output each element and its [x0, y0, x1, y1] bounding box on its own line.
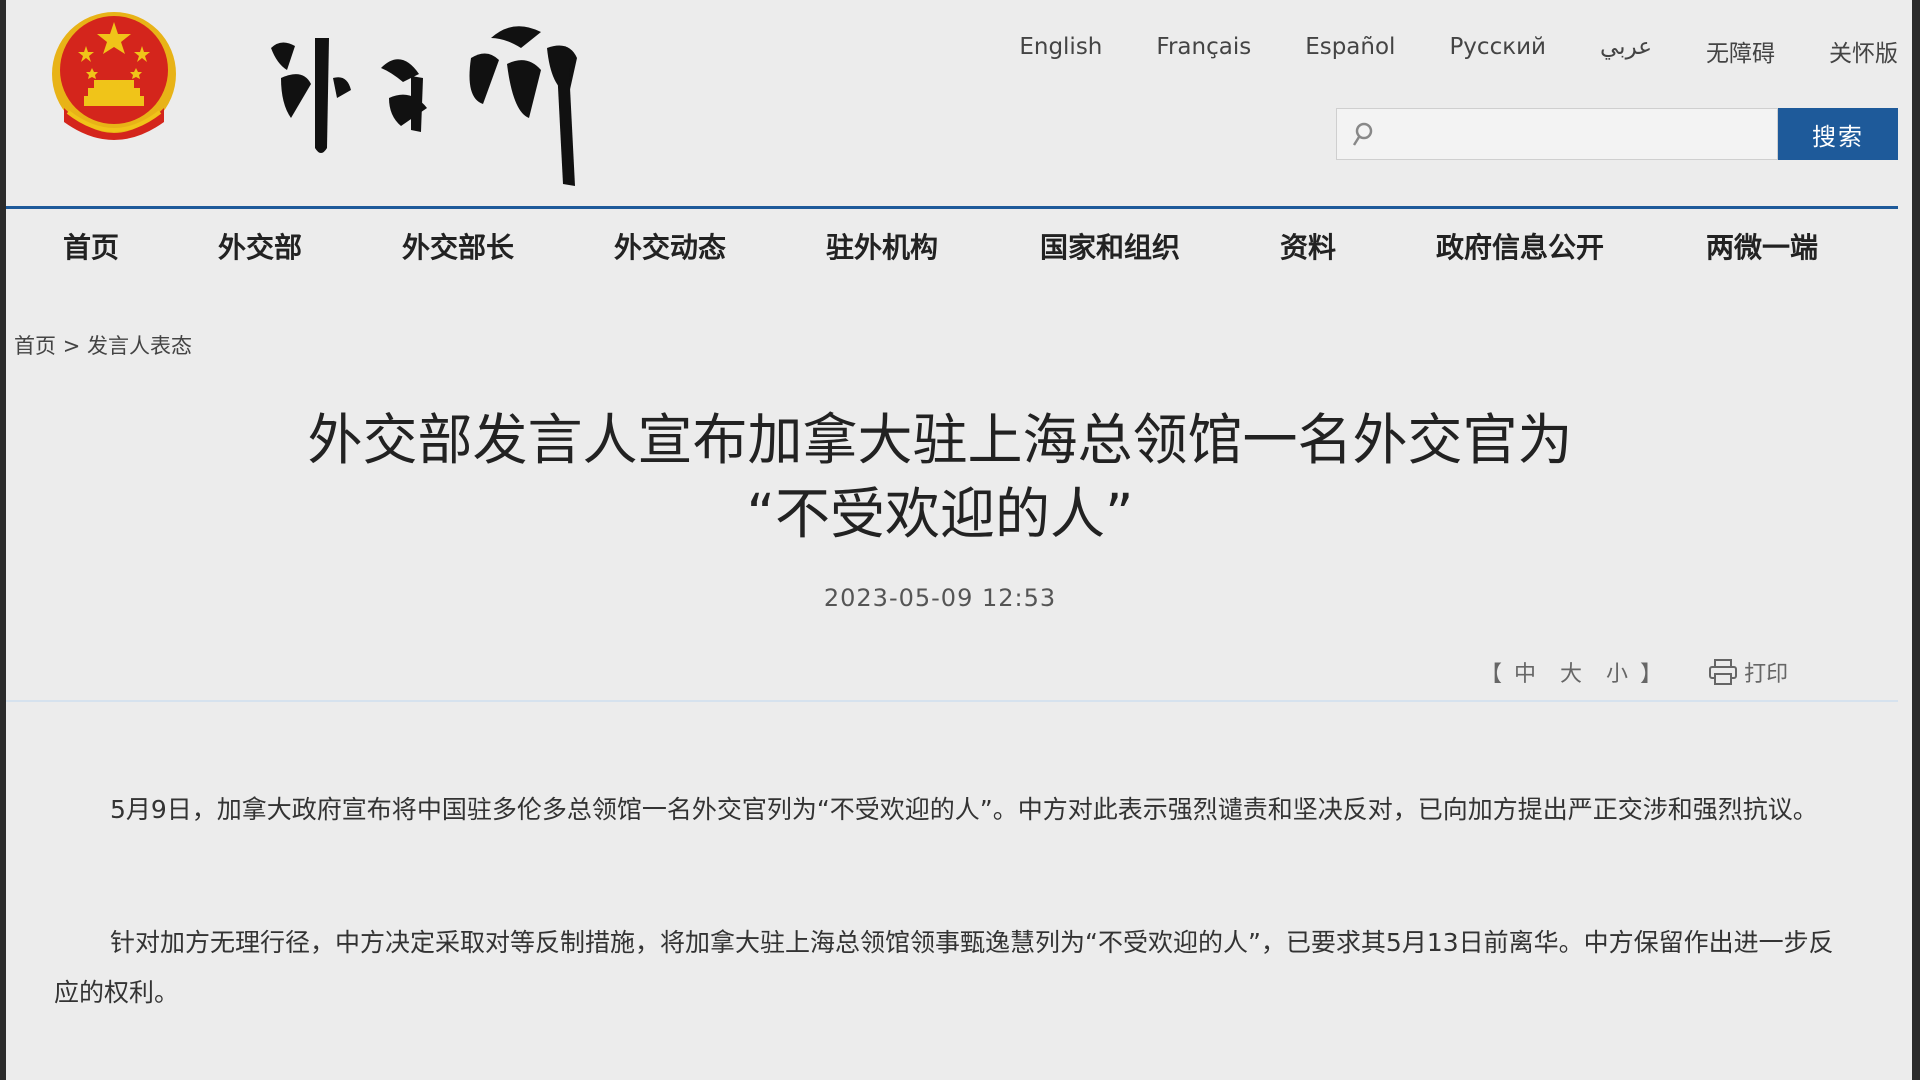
national-emblem-icon[interactable]: [44, 8, 184, 150]
article-title-line-1: 外交部发言人宣布加拿大驻上海总领馆一名外交官为: [307, 408, 1573, 472]
window-frame-right: [1912, 0, 1920, 1080]
breadcrumb: 首页 > 发言人表态: [14, 330, 192, 360]
font-size-large-button[interactable]: 大: [1560, 656, 1582, 688]
lang-spanish-link[interactable]: Español: [1305, 34, 1395, 68]
lang-english-link[interactable]: English: [1019, 34, 1102, 68]
search-button[interactable]: 搜索: [1778, 108, 1898, 160]
article-paragraph-2: 针对加方无理行径，中方决定采取对等反制措施，将加拿大驻上海总领馆领事甄逸慧列为“…: [54, 928, 1834, 1007]
printer-icon: [1709, 659, 1738, 685]
lang-arabic-link[interactable]: عربي: [1600, 34, 1652, 68]
nav-item-resources[interactable]: 资料: [1280, 226, 1336, 266]
font-size-medium-button[interactable]: 中: [1514, 656, 1536, 688]
nav-item-weibo-wechat-app[interactable]: 两微一端: [1706, 226, 1818, 266]
language-bar: English Français Español Русский عربي 无障…: [965, 34, 1898, 68]
article-paragraph-1: 5月9日，加拿大政府宣布将中国驻多伦多总领馆一名外交官列为“不受欢迎的人”。中方…: [110, 795, 1818, 824]
article-divider: [6, 700, 1898, 702]
article-tools: 【 中 大 小 】 打印: [1480, 656, 1788, 688]
site-header: English Français Español Русский عربي 无障…: [6, 0, 1898, 208]
article-title-line-2: “不受欢迎的人”: [746, 482, 1134, 546]
search-input[interactable]: [1337, 109, 1777, 159]
font-size-bracket-close: 】: [1640, 662, 1663, 687]
elderly-care-link[interactable]: 关怀版: [1829, 34, 1898, 68]
breadcrumb-separator: >: [62, 334, 81, 358]
main-nav: 首页 外交部 外交部长 外交动态 驻外机构 国家和组织 资料 政府信息公开 两微…: [6, 226, 1898, 276]
nav-item-missions-abroad[interactable]: 驻外机构: [826, 226, 938, 266]
breadcrumb-current-link[interactable]: 发言人表态: [87, 334, 192, 358]
search-bar: 搜索: [1336, 108, 1898, 160]
print-button[interactable]: 打印: [1708, 656, 1788, 688]
lang-french-link[interactable]: Français: [1156, 34, 1251, 68]
font-size-small-button[interactable]: 小: [1606, 656, 1628, 688]
ministry-calligraphy-logo[interactable]: [251, 8, 611, 188]
print-label: 打印: [1744, 662, 1789, 687]
nav-item-diplomatic-news[interactable]: 外交动态: [614, 226, 726, 266]
search-box: [1336, 108, 1778, 160]
nav-item-gov-info-disclosure[interactable]: 政府信息公开: [1436, 226, 1604, 266]
search-icon: [1352, 122, 1373, 146]
article-date: 2023-05-09 12:53: [823, 584, 1057, 612]
nav-item-ministry[interactable]: 外交部: [218, 226, 302, 266]
nav-top-border: [6, 206, 1898, 209]
font-size-bracket-open: 【: [1480, 662, 1503, 687]
nav-item-home[interactable]: 首页: [63, 226, 119, 266]
breadcrumb-home-link[interactable]: 首页: [14, 334, 56, 358]
nav-item-countries-organizations[interactable]: 国家和组织: [1040, 226, 1180, 266]
nav-item-minister[interactable]: 外交部长: [402, 226, 514, 266]
accessibility-link[interactable]: 无障碍: [1706, 34, 1775, 68]
lang-russian-link[interactable]: Русский: [1449, 34, 1546, 68]
